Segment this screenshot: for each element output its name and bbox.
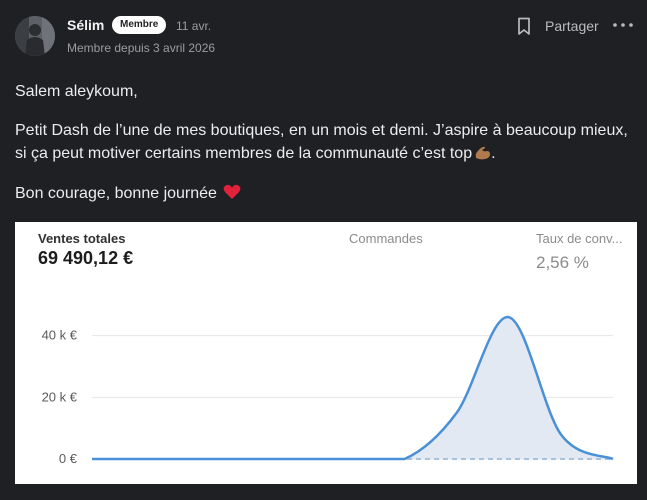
post-closing: Bon courage, bonne journée — [15, 182, 635, 205]
post-closing-text: Bon courage, bonne journée — [15, 185, 217, 202]
post-paragraph: Petit Dash de l’une de mes boutiques, en… — [15, 119, 635, 165]
post-greeting: Salem aleykoum, — [15, 83, 138, 100]
avatar-photo — [15, 16, 55, 56]
post-date: 11 avr. — [176, 19, 212, 33]
sales-area-fill — [92, 317, 613, 459]
forum-post: Sélim Membre 11 avr. Membre depuis 3 avr… — [0, 0, 647, 500]
y-tick-label-0: 0 € — [59, 451, 78, 466]
post-paragraph-end: . — [491, 145, 496, 162]
share-button[interactable]: Partager — [545, 18, 599, 34]
member-badge: Membre — [112, 16, 167, 34]
sales-dashboard-image: Ventes totales 69 490,12 € Commandes Tau… — [15, 222, 637, 484]
chart-y-ticks: 0 € 20 k € 40 k € — [42, 328, 78, 466]
member-since-text: Membre depuis 3 avril 2026 — [67, 41, 216, 55]
user-avatar[interactable] — [15, 16, 55, 56]
flexed-biceps-icon — [474, 144, 491, 160]
red-heart-icon — [223, 184, 241, 200]
sales-chart: 0 € 20 k € 40 k € — [42, 315, 614, 466]
bookmark-icon[interactable] — [514, 16, 534, 36]
post-paragraph-text: Petit Dash de l’une de mes boutiques, en… — [15, 122, 628, 162]
more-options-icon[interactable] — [612, 16, 634, 34]
y-tick-label-2: 40 k € — [42, 328, 78, 343]
y-tick-label-1: 20 k € — [42, 389, 78, 404]
author-name[interactable]: Sélim — [67, 17, 104, 33]
